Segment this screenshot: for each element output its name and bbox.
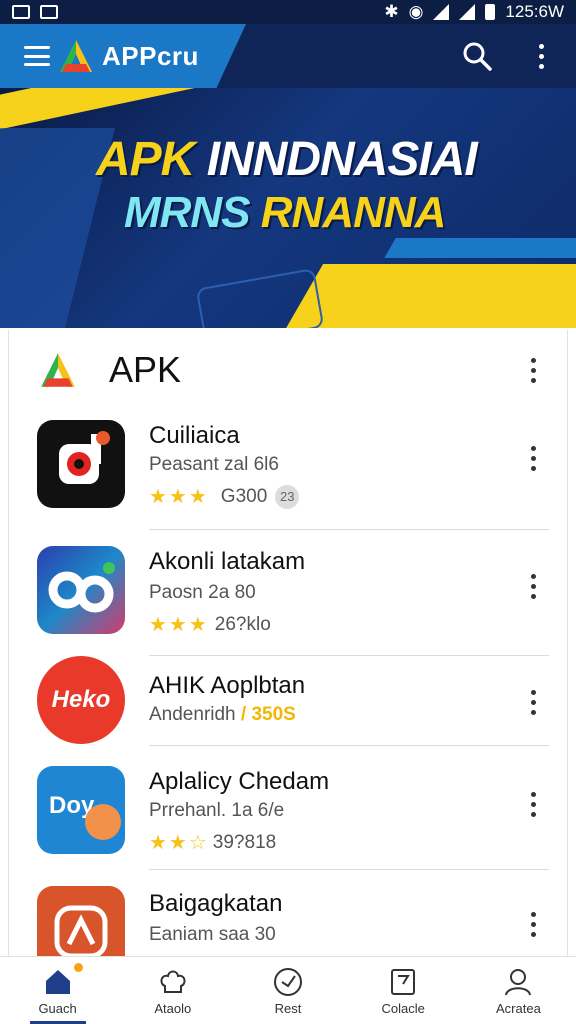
apk-section: APK Cuiliaica Peasant zal 6l6 ★★★ G300 2… [8, 330, 568, 956]
divider [149, 869, 549, 870]
app-name: Aplalicy Chedam [149, 768, 330, 795]
home-icon [45, 969, 70, 994]
app-list-item[interactable]: Doy Aplalicy Chedam Prrehanl. 1a 6/e ★★☆… [9, 766, 569, 870]
nav-item-home[interactable]: Guach [0, 957, 115, 1024]
star-rating-icon: ★★☆ [149, 832, 209, 854]
app-more-icon[interactable] [527, 788, 540, 821]
app-brand-name: APPcru [102, 40, 199, 71]
app-icon-label: Heko [51, 686, 111, 713]
nav-item-collection[interactable]: Colacle [346, 957, 461, 1024]
app-subtitle: Paosn 2a 80 [149, 582, 256, 603]
app-list-item[interactable]: Cuiliaica Peasant zal 6l6 ★★★ G300 23 [9, 420, 569, 530]
app-more-icon[interactable] [527, 908, 540, 941]
bottom-navigation: Guach Ataolo Rest Colacle Acratea [0, 956, 576, 1024]
app-subtitle: Peasant zal 6l6 [149, 454, 279, 475]
app-subtitle: Andenridh / 350S [149, 704, 296, 725]
app-icon-video [37, 420, 125, 508]
more-vert-icon[interactable] [524, 39, 558, 73]
section-title: APK [109, 349, 182, 390]
nav-item-apps[interactable]: Ataolo [115, 957, 230, 1024]
compass-icon [274, 967, 302, 996]
banner-device-shape [195, 268, 325, 328]
app-more-icon[interactable] [527, 570, 540, 603]
app-logo-icon [60, 40, 92, 72]
app-subtitle: Eaniam saa 30 [149, 924, 276, 945]
app-icon-96 [37, 546, 125, 634]
status-time: 125:6W [505, 2, 564, 21]
star-rating-icon: ★★★ [149, 486, 209, 508]
app-more-icon[interactable] [527, 686, 540, 719]
app-rating: ★★☆ 39?818 [149, 830, 276, 855]
app-name: Cuiliaica [149, 422, 240, 449]
section-more-icon[interactable] [527, 354, 540, 387]
app-bar: APPcru [0, 24, 576, 88]
nav-label: Rest [274, 1000, 302, 1016]
nav-label: Ataolo [154, 1000, 192, 1016]
nav-item-rest[interactable]: Rest [230, 957, 345, 1024]
message-notification-icon [40, 5, 58, 19]
search-icon[interactable] [460, 39, 494, 73]
rating-text: 26?klo [214, 613, 271, 635]
menu-icon[interactable] [24, 46, 50, 66]
nav-item-account[interactable]: Acratea [461, 957, 576, 1024]
banner-subtitle: MRNS RNANNA [124, 188, 446, 237]
nav-label: Colacle [381, 1000, 425, 1016]
app-icon-fruit [85, 804, 121, 840]
divider [149, 745, 549, 746]
app-name: AHIK Aoplbtan [149, 672, 306, 699]
status-bar: ✱ ◉ 125:6W [0, 0, 576, 24]
collection-icon [391, 968, 416, 995]
app-subtitle: Prrehanl. 1a 6/e [149, 800, 285, 821]
wifi-icon [433, 4, 450, 20]
app-list-item[interactable]: Baigagkatan Eaniam saa 30 [9, 886, 569, 956]
star-rating-icon: ★★★ [149, 614, 209, 636]
bluetooth-icon: ✱ [384, 2, 399, 21]
banner-stripe-blue [384, 238, 576, 258]
gallery-notification-icon [12, 5, 30, 19]
promo-banner[interactable]: APK INNDNASIAI MRNS RNANNA [0, 88, 576, 328]
banner-title: APK INNDNASIAI [96, 133, 478, 186]
rating-text: G300 [220, 485, 268, 507]
app-list-item[interactable]: Heko AHIK Aoplbtan Andenridh / 350S [9, 656, 569, 746]
app-rating: ★★★ G300 23 [149, 484, 300, 509]
section-logo-icon [41, 353, 75, 387]
app-list-item[interactable]: Akonli latakam Paosn 2a 80 ★★★ 26?klo [9, 546, 569, 656]
person-icon [505, 968, 532, 995]
app-name: Baigagkatan [149, 890, 283, 917]
chef-hat-icon [160, 970, 186, 993]
app-icon-doy: Doy [37, 766, 125, 854]
notification-dot [74, 963, 83, 972]
signal-icon [459, 4, 476, 20]
app-icon-ap [37, 886, 125, 956]
divider [149, 529, 549, 530]
battery-icon [485, 4, 496, 20]
rating-text: 39?818 [212, 831, 277, 853]
nav-label: Acratea [496, 1000, 541, 1016]
section-header: APK [9, 330, 569, 410]
alarm-icon: ◉ [408, 2, 424, 21]
app-rating: ★★★ 26?klo [149, 612, 271, 637]
nav-label: Guach [38, 1000, 77, 1016]
app-name: Akonli latakam [149, 548, 306, 575]
app-more-icon[interactable] [527, 442, 540, 475]
app-icon-heko: Heko [37, 656, 125, 744]
download-count-badge: 23 [275, 484, 300, 509]
